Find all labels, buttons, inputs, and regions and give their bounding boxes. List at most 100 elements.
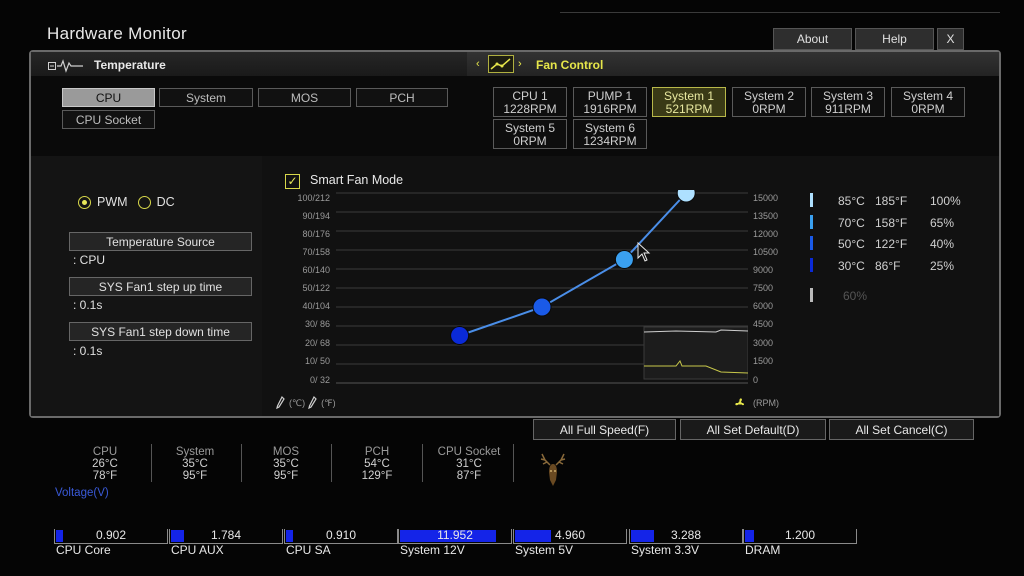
- dc-radio[interactable]: [137, 195, 151, 209]
- legend-c: 30°C: [838, 258, 865, 273]
- temp-readout-cpu: CPU 26°C 78°F: [92, 446, 118, 482]
- legend-color-bar: [810, 214, 813, 229]
- close-button[interactable]: X: [937, 28, 964, 50]
- smart-fan-mode-label: Smart Fan Mode: [310, 173, 404, 187]
- dc-label: DC: [156, 195, 175, 209]
- tab-cpu-socket[interactable]: CPU Socket: [62, 110, 155, 129]
- fan-curve-point[interactable]: [450, 326, 470, 345]
- right-axis-tick: 15000: [753, 193, 779, 203]
- fan-curve-point[interactable]: [614, 250, 634, 269]
- right-axis-tick: 0: [753, 375, 759, 385]
- temp-units: (℃) (℉): [276, 396, 336, 410]
- fan-button-system4[interactable]: System 4 0RPM: [891, 87, 965, 117]
- voltage-label: DRAM: [745, 543, 781, 557]
- legend-extra-value: 60%: [843, 289, 868, 303]
- temperature-header-label: Temperature: [94, 58, 166, 72]
- legend-pct: 65%: [930, 215, 955, 230]
- voltage-label: System 12V: [400, 543, 465, 557]
- fan-curve-point[interactable]: [532, 297, 552, 317]
- legend-f: 122°F: [875, 237, 908, 251]
- legend-color-bar: [810, 236, 813, 250]
- live-monitor-graph: [643, 326, 748, 380]
- step-down-time-value: : 0.1s: [73, 344, 103, 358]
- voltage-header: Voltage(V): [55, 487, 109, 499]
- mouse-cursor-icon: [637, 241, 651, 262]
- about-button[interactable]: About: [773, 28, 852, 50]
- window-title: Hardware Monitor: [47, 24, 187, 43]
- fan-curve-chart[interactable]: [336, 190, 748, 386]
- thermometer-icon: [276, 396, 285, 410]
- legend-f: 86°F: [875, 258, 901, 273]
- voltage-label: CPU SA: [286, 543, 331, 557]
- fan-button-system2[interactable]: System 2 0RPM: [732, 87, 806, 117]
- voltage-value: 4.960: [554, 528, 586, 542]
- chevron-right-icon: ›: [518, 58, 522, 70]
- right-axis-tick: 4500: [753, 319, 774, 329]
- fan-button-system5[interactable]: System 5 0RPM: [493, 119, 567, 149]
- smart-fan-mode-checkbox[interactable]: ✓: [285, 174, 300, 189]
- tab-system[interactable]: System: [159, 88, 253, 107]
- separator: [513, 444, 514, 482]
- left-axis-tick: 30/ 86: [304, 319, 330, 329]
- legend-c: 85°C: [838, 194, 865, 208]
- fan-curve-line: [459, 192, 687, 337]
- temp-readout-cpu-socket: CPU Socket 31°C 87°F: [437, 446, 501, 482]
- pwm-dc-group: PWM DC: [78, 195, 175, 209]
- voltage-value: 0.910: [325, 528, 357, 542]
- fan-button-system6[interactable]: System 6 1234RPM: [573, 119, 647, 149]
- voltage-label: System 5V: [515, 543, 574, 557]
- pwm-radio[interactable]: [78, 195, 91, 209]
- fan-button-system1[interactable]: System 1 521RPM: [652, 87, 726, 117]
- chevron-left-icon: ‹: [476, 58, 480, 70]
- tab-cpu[interactable]: CPU: [62, 88, 155, 107]
- legend-color-bar: [810, 193, 813, 207]
- voltage-value: 11.952: [437, 528, 473, 542]
- celsius-unit: (℃): [289, 397, 306, 408]
- step-down-time-button[interactable]: SYS Fan1 step down time: [69, 322, 252, 341]
- tab-mos[interactable]: MOS: [258, 88, 351, 107]
- tab-pch[interactable]: PCH: [356, 88, 448, 107]
- legend-f: 158°F: [875, 215, 908, 230]
- rpm-units: (RPM): [732, 396, 779, 410]
- fan-button-pump1[interactable]: PUMP 1 1916RPM: [573, 87, 647, 117]
- left-axis-tick: 70/158: [302, 247, 330, 257]
- step-up-time-button[interactable]: SYS Fan1 step up time: [69, 277, 252, 296]
- voltage-value: 1.200: [784, 528, 816, 542]
- right-axis-tick: 1500: [753, 356, 774, 366]
- legend-pct: 40%: [930, 237, 955, 251]
- voltage-label: CPU Core: [56, 543, 111, 557]
- all-set-cancel-button[interactable]: All Set Cancel(C): [829, 419, 974, 440]
- separator: [241, 444, 242, 482]
- all-full-speed-button[interactable]: All Full Speed(F): [533, 419, 676, 440]
- fan-icon: [735, 398, 745, 406]
- voltage-value: 3.288: [670, 528, 702, 542]
- right-axis-tick: 10500: [753, 247, 779, 257]
- temperature-monitor-icon: [48, 59, 84, 78]
- legend-pct: 25%: [930, 258, 955, 273]
- left-axis-tick: 20/ 68: [304, 338, 330, 348]
- thermometer-icon: [308, 396, 317, 410]
- fan-button-system3[interactable]: System 3 911RPM: [811, 87, 885, 117]
- right-axis-tick: 3000: [753, 338, 774, 348]
- voltage-value: 0.902: [95, 528, 127, 542]
- deer-logo-icon: [538, 450, 568, 495]
- left-axis-tick: 90/194: [302, 211, 330, 221]
- top-divider: [560, 12, 1000, 13]
- step-up-time-value: : 0.1s: [73, 298, 103, 312]
- right-axis-tick: 12000: [753, 229, 779, 239]
- pwm-label: PWM: [97, 195, 128, 209]
- temperature-source-button[interactable]: Temperature Source: [69, 232, 252, 251]
- left-axis-tick: 100/212: [297, 193, 330, 203]
- left-axis-tick: 50/122: [302, 283, 330, 293]
- legend-color-bar: [810, 257, 813, 272]
- left-axis-tick: 80/176: [302, 229, 330, 239]
- right-axis-tick: 7500: [753, 283, 774, 293]
- voltage-label: CPU AUX: [171, 543, 224, 557]
- voltage-value: 1.784: [210, 528, 242, 542]
- legend-c: 70°C: [838, 215, 865, 230]
- help-button[interactable]: Help: [855, 28, 934, 50]
- fan-button-cpu1[interactable]: CPU 1 1228RPM: [493, 87, 567, 117]
- right-axis-tick: 6000: [753, 301, 774, 311]
- right-axis-tick: 9000: [753, 265, 774, 275]
- all-set-default-button[interactable]: All Set Default(D): [680, 419, 826, 440]
